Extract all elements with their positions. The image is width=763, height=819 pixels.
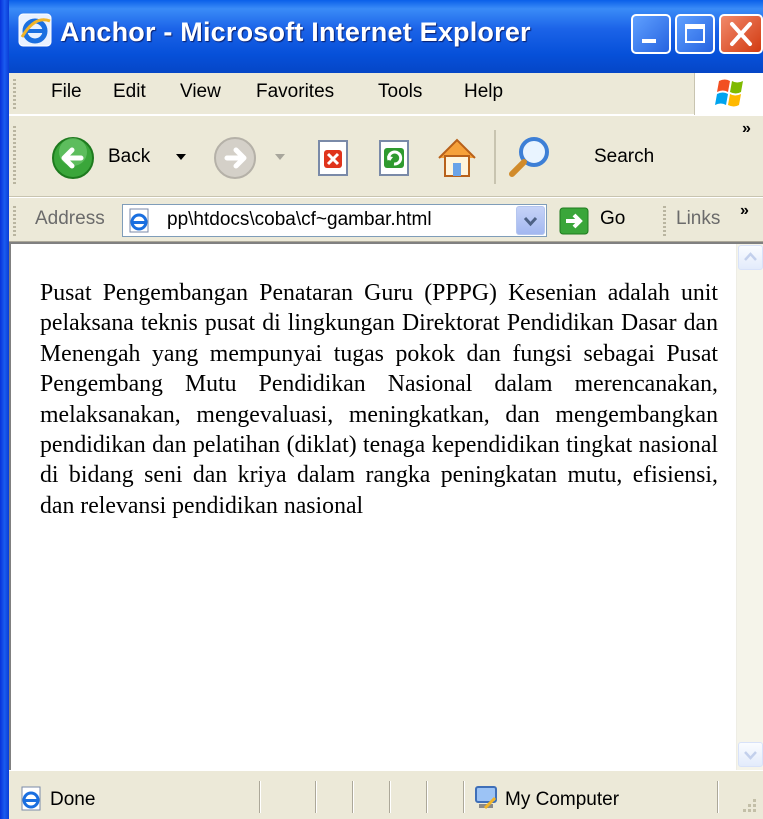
- scroll-up-button[interactable]: [738, 245, 763, 270]
- body-paragraph: Pusat Pengembangan Penataran Guru (PPPG)…: [40, 280, 718, 519]
- status-text: Done: [50, 789, 96, 810]
- chevron-down-icon: [744, 751, 757, 760]
- maximize-icon: [685, 24, 705, 43]
- toolbar-grip[interactable]: [13, 126, 16, 186]
- status-separator: [463, 781, 465, 813]
- status-bar: Done My Computer: [9, 770, 763, 819]
- links-overflow-chevron[interactable]: »: [740, 202, 749, 220]
- forward-dropdown-icon[interactable]: [274, 152, 286, 162]
- back-icon[interactable]: [51, 136, 99, 180]
- status-separator: [315, 781, 317, 813]
- title-bar[interactable]: Anchor - Microsoft Internet Explorer: [0, 0, 763, 73]
- close-button[interactable]: [719, 14, 763, 54]
- page-content: Pusat Pengembangan Penataran Guru (PPPG)…: [9, 242, 763, 770]
- maximize-button[interactable]: [675, 14, 715, 54]
- minimize-icon: [642, 39, 656, 43]
- status-separator: [259, 781, 261, 813]
- status-separator: [717, 781, 719, 813]
- windows-flag-icon: [715, 79, 743, 107]
- window-title: Anchor - Microsoft Internet Explorer: [60, 17, 531, 47]
- window-frame-left: [0, 0, 9, 819]
- address-input[interactable]: pp\htdocs\coba\cf~gambar.html: [122, 204, 547, 237]
- go-button-label[interactable]: Go: [600, 208, 625, 230]
- standard-toolbar: Back Search »: [9, 115, 763, 197]
- menu-tools[interactable]: Tools: [378, 81, 422, 103]
- page-icon: [129, 208, 149, 233]
- browser-window: Anchor - Microsoft Internet Explorer Fil…: [0, 0, 763, 819]
- address-dropdown-button[interactable]: [516, 206, 545, 235]
- page-done-icon: [21, 786, 41, 811]
- back-dropdown-icon[interactable]: [175, 152, 187, 162]
- close-icon: [730, 22, 752, 46]
- stop-icon[interactable]: [314, 138, 354, 178]
- refresh-icon[interactable]: [375, 138, 415, 178]
- links-grip[interactable]: [663, 206, 666, 236]
- menu-help[interactable]: Help: [464, 81, 503, 103]
- scroll-down-button[interactable]: [738, 742, 763, 767]
- menu-grip[interactable]: [13, 79, 16, 109]
- links-label[interactable]: Links: [676, 208, 720, 230]
- resize-grip-icon[interactable]: [737, 797, 759, 817]
- menu-edit[interactable]: Edit: [113, 81, 146, 103]
- toolbar-overflow-chevron[interactable]: »: [742, 120, 751, 138]
- vertical-scrollbar[interactable]: [736, 244, 763, 770]
- chevron-up-icon: [744, 252, 757, 261]
- status-separator: [426, 781, 428, 813]
- address-grip[interactable]: [13, 206, 16, 236]
- address-value: pp\htdocs\coba\cf~gambar.html: [167, 209, 432, 230]
- minimize-button[interactable]: [631, 14, 671, 54]
- menu-file[interactable]: File: [51, 81, 82, 103]
- back-button-label[interactable]: Back: [108, 146, 150, 168]
- ie-icon: [18, 13, 52, 47]
- go-icon[interactable]: [559, 207, 589, 235]
- status-separator: [352, 781, 354, 813]
- address-label: Address: [35, 208, 105, 229]
- toolbar-separator: [494, 130, 496, 184]
- my-computer-icon: [475, 786, 497, 810]
- home-icon[interactable]: [433, 134, 481, 180]
- menu-bar: File Edit View Favorites Tools Help: [9, 73, 763, 115]
- menu-favorites[interactable]: Favorites: [256, 81, 334, 103]
- windows-logo-box: [694, 73, 763, 115]
- menu-view[interactable]: View: [180, 81, 221, 103]
- chevron-down-icon: [523, 216, 538, 227]
- address-bar: Address pp\htdocs\coba\cf~gambar.html Go…: [9, 197, 763, 242]
- search-icon[interactable]: [506, 134, 556, 180]
- forward-icon[interactable]: [213, 136, 259, 180]
- search-button-label[interactable]: Search: [594, 146, 654, 168]
- security-zone-text: My Computer: [505, 789, 620, 810]
- status-separator: [389, 781, 391, 813]
